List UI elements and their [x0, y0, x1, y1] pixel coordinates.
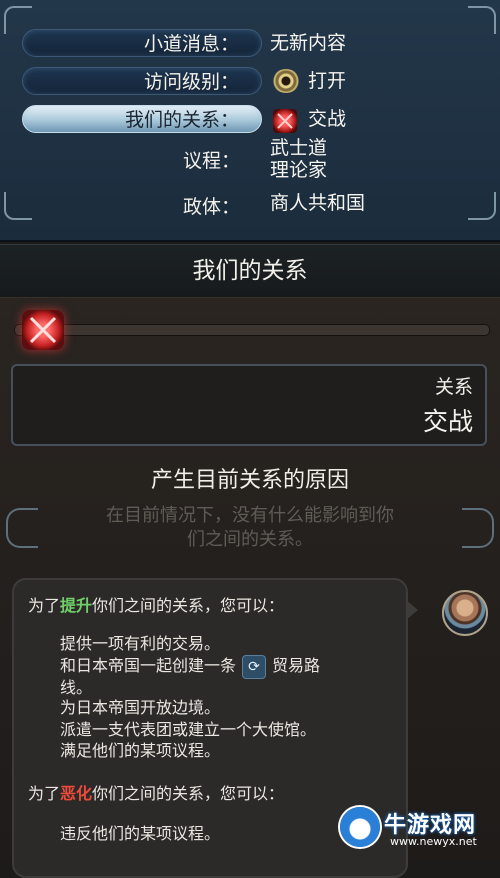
site-watermark: 牛游戏网 www.newyx.net — [340, 807, 490, 851]
relationship-value: 交战 — [308, 108, 347, 130]
relationship-header: 我们的关系 — [0, 244, 500, 299]
relationship-panel: 关系 交战 产生目前关系的原因 在目前情况下，没有什么能影响到你 们之间的关系。… — [0, 298, 500, 878]
list-item: 提供一项有利的交易。 — [60, 634, 221, 653]
reason-title: 产生目前关系的原因 — [150, 468, 349, 493]
ornament-bracket — [462, 508, 494, 548]
ornament-corner — [468, 192, 496, 220]
government-value: 商人共和国 — [270, 192, 366, 214]
ornament-bracket — [6, 508, 38, 548]
agenda-label: 议程： — [182, 150, 240, 172]
cow-logo-icon — [340, 807, 380, 847]
gossip-button[interactable]: 小道消息： — [22, 29, 262, 57]
watermark-url: www.newyx.net — [390, 835, 477, 848]
list-item: 为日本帝国开放边境。 — [60, 698, 221, 717]
our-relationship-button[interactable]: 我们的关系： — [22, 105, 262, 133]
government-label: 政体： — [182, 196, 240, 218]
ornament-corner — [468, 6, 496, 34]
list-item: 违反他们的某项议程。 — [60, 824, 221, 843]
status-label: 关系 — [434, 376, 473, 398]
trade-route-icon: ⟳ — [242, 654, 267, 679]
war-icon — [273, 109, 297, 133]
ornament-corner — [4, 6, 32, 34]
agenda-value-2: 理论家 — [270, 159, 328, 181]
leader-portrait-avatar[interactable] — [442, 590, 488, 636]
agenda-value-1: 武士道 — [270, 137, 328, 159]
worsen-heading: 为了恶化你们之间的关系，您可以： — [28, 784, 285, 803]
access-level-value: 打开 — [308, 70, 347, 92]
list-item: 和日本帝国一起创建一条 ⟳ 贸易路 — [60, 652, 320, 679]
list-item: 满足他们的某项议程。 — [60, 741, 221, 760]
war-icon — [22, 310, 64, 350]
status-value: 交战 — [422, 407, 473, 436]
relationship-status-box: 关系 交战 — [11, 364, 487, 446]
relationship-meter — [14, 324, 490, 336]
improve-heading: 为了提升你们之间的关系，您可以： — [28, 596, 285, 615]
access-level-button[interactable]: 访问级别： — [22, 67, 262, 95]
eye-icon — [272, 69, 300, 93]
gossip-value: 无新内容 — [270, 32, 347, 54]
diplomacy-info-panel: 小道消息： 无新内容 访问级别： 打开 我们的关系： 交战 议程： 武士道 理论… — [0, 0, 500, 242]
reason-text: 在目前情况下，没有什么能影响到你 们之间的关系。 — [106, 505, 394, 550]
